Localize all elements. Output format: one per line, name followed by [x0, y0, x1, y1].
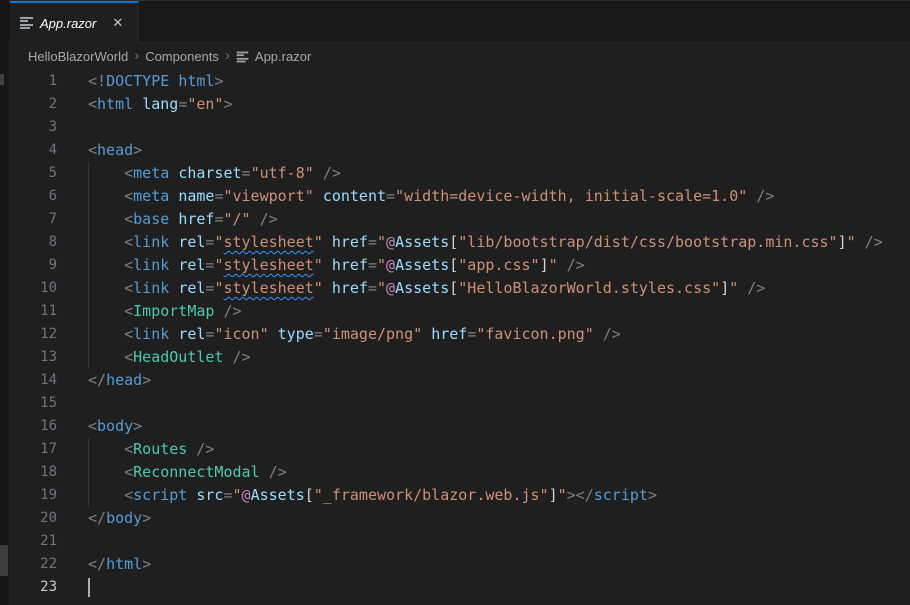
close-tab-icon[interactable]: ✕ [109, 14, 126, 32]
code-text: </head> [88, 369, 151, 392]
razor-file-icon [20, 17, 33, 29]
panel-scrollbar-thumb[interactable] [0, 545, 8, 576]
line-number[interactable]: 9 [9, 254, 57, 277]
chevron-right-icon: › [225, 48, 230, 63]
code-line[interactable]: 20 </body> [9, 507, 910, 530]
code-text: <link rel="stylesheet" href="@Assets["ap… [88, 254, 585, 277]
line-number[interactable]: 3 [9, 116, 57, 139]
code-line[interactable]: 12 <link rel="icon" type="image/png" hre… [9, 323, 910, 346]
line-number[interactable]: 8 [9, 231, 57, 254]
line-number[interactable]: 19 [9, 484, 57, 507]
code-line[interactable]: 14 </head> [9, 369, 910, 392]
code-text: <meta name="viewport" content="width=dev… [88, 185, 774, 208]
breadcrumb-item-file[interactable]: App.razor [255, 49, 311, 64]
tab-app-razor[interactable]: App.razor ✕ [10, 1, 139, 43]
code-line[interactable]: 11 <ImportMap /> [9, 300, 910, 323]
code-line[interactable]: 5 <meta charset="utf-8" /> [9, 162, 910, 185]
panel-edge-marker [0, 74, 4, 85]
cropped-side-panel-edge [0, 0, 9, 605]
breadcrumb: HelloBlazorWorld › Components › App.razo… [9, 43, 910, 70]
code-text: <!DOCTYPE html> [88, 70, 223, 93]
code-text: <ImportMap /> [88, 300, 242, 323]
code-line[interactable]: 13 <HeadOutlet /> [9, 346, 910, 369]
code-line[interactable]: 18 <ReconnectModal /> [9, 461, 910, 484]
code-line[interactable]: 15 [9, 392, 910, 415]
razor-file-icon [237, 51, 249, 62]
line-number[interactable]: 22 [9, 553, 57, 576]
code-text: <ReconnectModal /> [88, 461, 287, 484]
code-text: <Routes /> [88, 438, 214, 461]
code-line[interactable]: 19 <script src="@Assets["_framework/blaz… [9, 484, 910, 507]
line-number[interactable]: 1 [9, 70, 57, 93]
code-line[interactable]: 16 <body> [9, 415, 910, 438]
code-text: <head> [88, 139, 142, 162]
code-text: <base href="/" /> [88, 208, 278, 231]
line-number[interactable]: 23 [9, 576, 57, 599]
code-line[interactable]: 6 <meta name="viewport" content="width=d… [9, 185, 910, 208]
code-line[interactable]: 23 [9, 576, 910, 599]
breadcrumb-item-project[interactable]: HelloBlazorWorld [28, 49, 128, 64]
line-number[interactable]: 12 [9, 323, 57, 346]
code-line[interactable]: 7 <base href="/" /> [9, 208, 910, 231]
line-number[interactable]: 6 [9, 185, 57, 208]
code-line[interactable]: 10 <link rel="stylesheet" href="@Assets[… [9, 277, 910, 300]
code-text: <html lang="en"> [88, 93, 233, 116]
line-number[interactable]: 20 [9, 507, 57, 530]
code-text: <body> [88, 415, 142, 438]
line-number[interactable]: 11 [9, 300, 57, 323]
code-editor[interactable]: 1 <!DOCTYPE html> 2 <html lang="en"> 34 <head… [9, 70, 910, 605]
line-number[interactable]: 2 [9, 93, 57, 116]
editor-tab-bar: App.razor ✕ [9, 0, 910, 43]
code-line[interactable]: 2 <html lang="en"> [9, 93, 910, 116]
line-number[interactable]: 16 [9, 415, 57, 438]
code-text: <link rel="stylesheet" href="@Assets["He… [88, 277, 765, 300]
code-line[interactable]: 8 <link rel="stylesheet" href="@Assets["… [9, 231, 910, 254]
code-line[interactable]: 9 <link rel="stylesheet" href="@Assets["… [9, 254, 910, 277]
code-text: </body> [88, 507, 151, 530]
code-line[interactable]: 21 [9, 530, 910, 553]
code-text: </html> [88, 553, 151, 576]
code-text: <link rel="stylesheet" href="@Assets["li… [88, 231, 883, 254]
code-text: <script src="@Assets["_framework/blazor.… [88, 484, 657, 507]
line-number[interactable]: 21 [9, 530, 57, 553]
code-lines: 1 <!DOCTYPE html> 2 <html lang="en"> 34 <head… [9, 70, 910, 599]
line-number[interactable]: 5 [9, 162, 57, 185]
line-number[interactable]: 14 [9, 369, 57, 392]
code-line[interactable]: 3 [9, 116, 910, 139]
code-line[interactable]: 22 </html> [9, 553, 910, 576]
line-number[interactable]: 7 [9, 208, 57, 231]
breadcrumb-item-components[interactable]: Components [145, 49, 219, 64]
line-number[interactable]: 13 [9, 346, 57, 369]
code-text: <link rel="icon" type="image/png" href="… [88, 323, 621, 346]
line-number[interactable]: 10 [9, 277, 57, 300]
line-number[interactable]: 4 [9, 139, 57, 162]
code-text: <HeadOutlet /> [88, 346, 251, 369]
code-line[interactable]: 1 <!DOCTYPE html> [9, 70, 910, 93]
code-line[interactable]: 17 <Routes /> [9, 438, 910, 461]
code-line[interactable]: 4 <head> [9, 139, 910, 162]
line-number[interactable]: 17 [9, 438, 57, 461]
chevron-right-icon: › [134, 48, 139, 63]
code-text: <meta charset="utf-8" /> [88, 162, 341, 185]
text-cursor [88, 578, 90, 597]
line-number[interactable]: 18 [9, 461, 57, 484]
tab-label: App.razor [40, 16, 96, 31]
line-number[interactable]: 15 [9, 392, 57, 415]
